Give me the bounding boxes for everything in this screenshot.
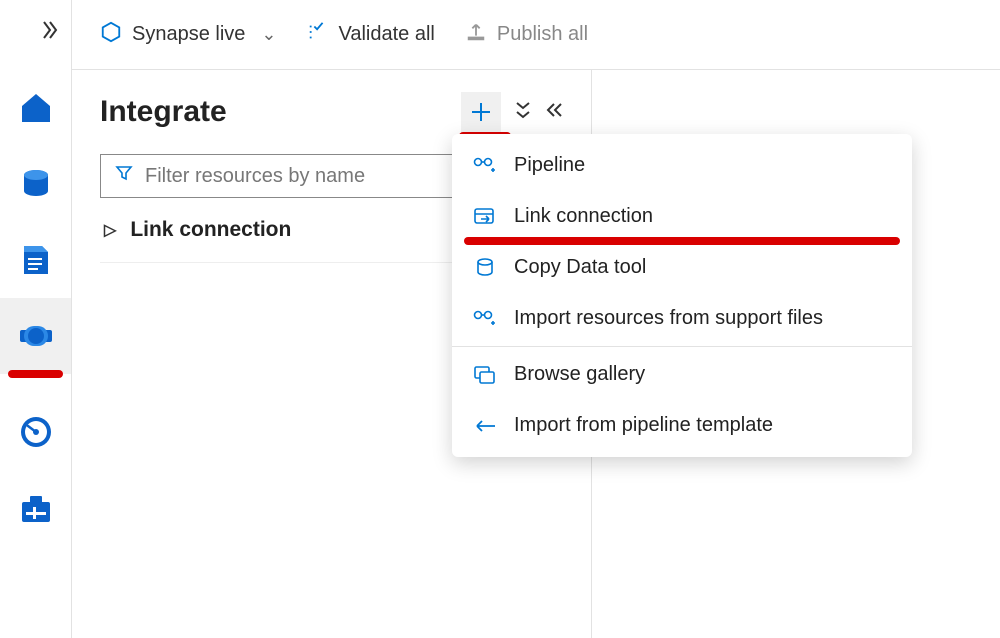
menu-item-label: Link connection: [514, 205, 653, 228]
pipeline-icon: [472, 309, 498, 329]
publish-all-label: Publish all: [497, 23, 588, 46]
top-toolbar: Synapse live ⌄ Validate all Publish all: [72, 0, 1000, 70]
collapse-panel-icon[interactable]: [545, 102, 563, 123]
chevron-down-icon: ⌄: [261, 24, 276, 45]
pipeline-icon: [472, 156, 498, 176]
mode-selector[interactable]: Synapse live ⌄: [100, 21, 277, 49]
check-list-icon: [307, 21, 329, 49]
menu-item-label: Copy Data tool: [514, 256, 646, 279]
validate-all-label: Validate all: [339, 23, 435, 46]
menu-item-import-template[interactable]: Import from pipeline template: [452, 400, 912, 451]
menu-item-label: Import from pipeline template: [514, 414, 773, 437]
nav-home[interactable]: [0, 70, 71, 146]
nav-integrate[interactable]: [0, 298, 71, 374]
add-dropdown-menu: Pipeline Link connection Copy Data tool: [452, 134, 912, 457]
menu-item-pipeline[interactable]: Pipeline: [452, 140, 912, 191]
caret-right-icon: ▷: [104, 220, 116, 240]
nav-develop[interactable]: [0, 222, 71, 298]
validate-all-button[interactable]: Validate all: [307, 21, 435, 49]
menu-item-import-support-files[interactable]: Import resources from support files: [452, 293, 912, 344]
upload-icon: [465, 21, 487, 49]
add-button[interactable]: [461, 92, 501, 132]
menu-item-label: Import resources from support files: [514, 307, 823, 330]
menu-separator: [452, 346, 912, 347]
filter-icon: [115, 164, 133, 188]
menu-item-copy-data-tool[interactable]: Copy Data tool: [452, 242, 912, 293]
synapse-icon: [100, 21, 122, 49]
menu-item-label: Browse gallery: [514, 363, 645, 386]
expand-nav-icon[interactable]: [41, 20, 61, 46]
left-nav-rail: [0, 0, 72, 638]
menu-item-label: Pipeline: [514, 154, 585, 177]
mode-label: Synapse live: [132, 23, 245, 46]
highlight-underline: [8, 370, 63, 378]
panel-title: Integrate: [100, 95, 227, 129]
gallery-icon: [472, 365, 498, 385]
menu-item-link-connection[interactable]: Link connection: [452, 191, 912, 242]
database-icon: [472, 257, 498, 279]
tree-item-label: Link connection: [130, 218, 291, 242]
expand-all-icon[interactable]: [515, 101, 531, 124]
nav-manage[interactable]: [0, 470, 71, 546]
import-arrow-icon: [472, 419, 498, 433]
link-connection-icon: [472, 207, 498, 227]
nav-data[interactable]: [0, 146, 71, 222]
menu-item-browse-gallery[interactable]: Browse gallery: [452, 349, 912, 400]
publish-all-button[interactable]: Publish all: [465, 21, 588, 49]
nav-monitor[interactable]: [0, 394, 71, 470]
